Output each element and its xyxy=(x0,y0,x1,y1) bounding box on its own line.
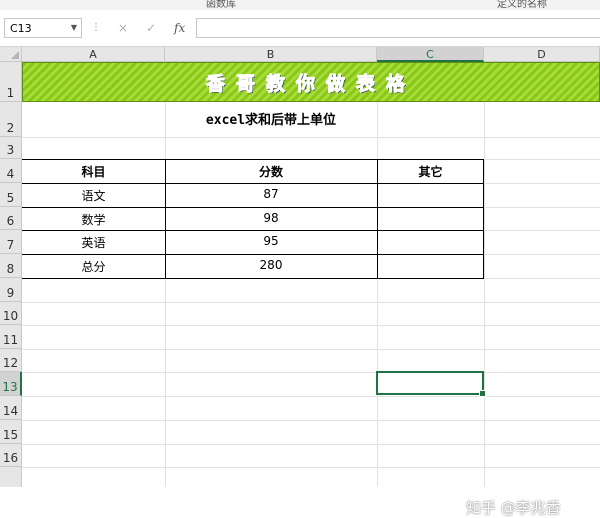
table-border xyxy=(22,278,484,279)
table-header-subject[interactable]: 科目 xyxy=(22,163,165,180)
name-box[interactable]: C13 ▼ xyxy=(4,18,82,38)
enter-icon[interactable]: ✓ xyxy=(146,21,156,35)
row-header-5[interactable]: 5 xyxy=(0,183,22,207)
row-header-15[interactable]: 15 xyxy=(0,420,22,444)
table-header-score[interactable]: 分数 xyxy=(165,163,377,180)
table-cell-score[interactable]: 95 xyxy=(165,234,377,248)
gridline xyxy=(22,444,600,445)
row-header-13[interactable]: 13 xyxy=(0,372,22,396)
gridline xyxy=(22,349,600,350)
title-banner[interactable]: 香哥教你做表格 xyxy=(22,62,600,102)
row-header-7[interactable]: 7 xyxy=(0,230,22,254)
table-border xyxy=(22,230,484,231)
column-header-c[interactable]: C xyxy=(377,47,484,62)
select-all-button[interactable] xyxy=(0,47,22,62)
gridline xyxy=(22,325,600,326)
gridline xyxy=(22,420,600,421)
table-border xyxy=(22,254,484,255)
watermark: 知乎 @李兆香 xyxy=(466,499,561,517)
table-border xyxy=(22,183,484,184)
column-header-b[interactable]: B xyxy=(165,47,377,62)
banner-title: 香哥教你做表格 xyxy=(205,73,416,96)
table-border xyxy=(22,207,484,208)
table-cell-subject[interactable]: 英语 xyxy=(22,234,165,251)
ribbon-group-function-library: 函数库 xyxy=(206,0,236,10)
gridline xyxy=(22,372,600,373)
formula-bar-grip-icon[interactable]: ⋮ xyxy=(91,22,101,33)
row-header-14[interactable]: 14 xyxy=(0,396,22,420)
formula-bar: C13 ▼ ⋮ × ✓ fx xyxy=(0,10,600,47)
gridline xyxy=(22,302,600,303)
table-cell-subject[interactable]: 数学 xyxy=(22,211,165,228)
row-header-2[interactable]: 2 xyxy=(0,102,22,137)
row-header-3[interactable]: 3 xyxy=(0,137,22,159)
cancel-icon[interactable]: × xyxy=(118,21,128,35)
row-header-6[interactable]: 6 xyxy=(0,207,22,230)
gridline xyxy=(22,396,600,397)
table-cell-subject[interactable]: 总分 xyxy=(22,258,165,275)
row-header-10[interactable]: 10 xyxy=(0,302,22,325)
active-cell-selection[interactable] xyxy=(376,371,486,397)
row-header-12[interactable]: 12 xyxy=(0,349,22,372)
row-header-9[interactable]: 9 xyxy=(0,278,22,302)
gridline xyxy=(484,62,485,487)
column-header-d[interactable]: D xyxy=(484,47,600,62)
table-header-other[interactable]: 其它 xyxy=(377,163,484,180)
insert-function-icon[interactable]: fx xyxy=(174,21,185,35)
spreadsheet-grid[interactable]: A B C D 1 2 3 4 5 6 7 8 9 10 11 12 13 14… xyxy=(0,47,600,517)
gridline xyxy=(22,467,600,468)
name-box-value: C13 xyxy=(10,22,32,35)
row-header-1[interactable]: 1 xyxy=(0,62,22,102)
row-header-16[interactable]: 16 xyxy=(0,444,22,467)
gridline xyxy=(22,137,600,138)
row-header-17[interactable] xyxy=(0,467,22,487)
table-cell-score[interactable]: 98 xyxy=(165,211,377,225)
table-border xyxy=(22,159,484,160)
table-cell-subject[interactable]: 语文 xyxy=(22,187,165,204)
chevron-down-icon[interactable]: ▼ xyxy=(71,23,77,32)
row-header-8[interactable]: 8 xyxy=(0,254,22,278)
formula-input[interactable] xyxy=(196,18,600,38)
sheet-subtitle[interactable]: excel求和后带上单位 xyxy=(165,109,377,128)
row-header-11[interactable]: 11 xyxy=(0,325,22,349)
row-header-4[interactable]: 4 xyxy=(0,159,22,183)
column-header-a[interactable]: A xyxy=(22,47,165,62)
table-cell-score[interactable]: 87 xyxy=(165,187,377,201)
table-cell-score[interactable]: 280 xyxy=(165,258,377,272)
ribbon-group-defined-names: 定义的名称 xyxy=(497,0,547,10)
